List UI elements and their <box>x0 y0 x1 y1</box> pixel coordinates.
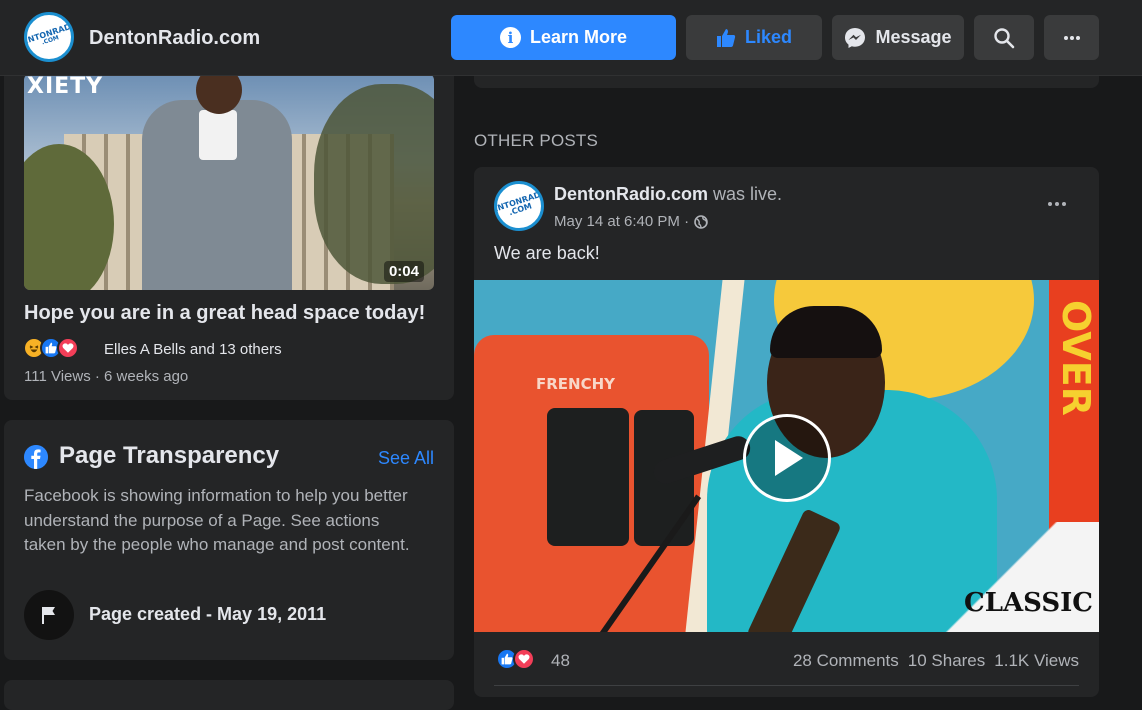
play-button[interactable] <box>743 414 831 502</box>
reaction-icons[interactable] <box>23 337 79 359</box>
reaction-count[interactable]: 48 <box>551 651 570 671</box>
video-thumbnail[interactable]: XIETY 0:04 <box>24 74 434 290</box>
page-created-text: Page created - May 19, 2011 <box>89 604 327 624</box>
post-text: We are back! <box>494 243 600 263</box>
views-count: 1.1K Views <box>994 651 1079 670</box>
post-action: was live. <box>713 184 783 204</box>
love-icon <box>57 337 79 359</box>
other-posts-heading: OTHER POSTS <box>474 131 599 150</box>
see-all-link[interactable]: See All <box>378 448 434 469</box>
transparency-title: Page Transparency <box>59 442 280 469</box>
video-meta: 111 Views · 6 weeks ago <box>24 368 189 385</box>
learn-more-label: Learn More <box>529 27 628 47</box>
post-stats: 28 Comments 10 Shares 1.1K Views <box>793 651 1079 671</box>
message-label: Message <box>875 27 952 47</box>
reactors-text[interactable]: Elles A Bells and 13 others <box>104 341 282 358</box>
globe-icon <box>694 214 708 229</box>
next-card <box>4 680 454 710</box>
divider <box>494 685 1079 686</box>
page-avatar[interactable]: DENTONRADIO .COM <box>24 12 74 62</box>
video-title[interactable]: Hope you are in a great head space today… <box>24 302 425 325</box>
truck-label: FRENCHY <box>536 375 616 393</box>
ellipsis-icon <box>1048 202 1066 206</box>
transparency-description: Facebook is showing information to help … <box>24 486 410 554</box>
video-duration: 0:04 <box>383 261 424 282</box>
search-icon <box>994 27 1015 48</box>
comments-count[interactable]: 28 Comments <box>793 651 899 671</box>
post-card: DENTONRADIO .COM DentonRadio.com was liv… <box>474 167 1099 697</box>
shares-count[interactable]: 10 Shares <box>908 651 986 671</box>
post-video[interactable]: FRENCHY OVER CLASSIC <box>474 280 1099 632</box>
messenger-icon <box>845 27 866 48</box>
tree-image <box>314 84 434 284</box>
post-avatar[interactable]: DENTONRADIO .COM <box>494 181 544 231</box>
page-name[interactable]: DentonRadio.com <box>89 27 260 50</box>
love-icon <box>513 648 535 670</box>
post-reaction-icons[interactable] <box>496 648 535 670</box>
info-icon: i <box>499 27 521 48</box>
post-meta: May 14 at 6:40 PM · <box>554 213 708 230</box>
video-overlay-text: XIETY <box>27 74 104 99</box>
flag-icon <box>24 590 74 640</box>
page-header-bar: DENTONRADIO .COM DentonRadio.com i Learn… <box>0 0 1142 76</box>
classic-logo: CLASSIC <box>964 588 1093 618</box>
logo-text: DENTONRADIO .COM <box>24 19 74 49</box>
liked-label: Liked <box>744 27 792 47</box>
mural-text: OVER <box>1054 300 1098 416</box>
ellipsis-icon <box>1063 35 1080 40</box>
logo-text: DENTONRADIO .COM <box>494 187 544 218</box>
thumbs-up-icon <box>716 28 736 47</box>
more-options-button[interactable] <box>1044 15 1099 60</box>
search-button[interactable] <box>974 15 1034 60</box>
play-icon <box>775 440 803 476</box>
post-author-line: DentonRadio.com was live. <box>554 184 782 205</box>
facebook-icon <box>24 445 48 469</box>
truck-window <box>547 408 629 546</box>
post-timestamp[interactable]: May 14 at 6:40 PM · <box>554 213 689 230</box>
person-shirt <box>199 110 237 160</box>
learn-more-button[interactable]: i Learn More <box>451 15 676 60</box>
message-button[interactable]: Message <box>832 15 964 60</box>
post-author[interactable]: DentonRadio.com <box>554 184 708 204</box>
page-transparency-card: Page Transparency See All Facebook is sh… <box>4 420 454 660</box>
liked-button[interactable]: Liked <box>686 15 822 60</box>
post-options-button[interactable] <box>1047 191 1067 212</box>
